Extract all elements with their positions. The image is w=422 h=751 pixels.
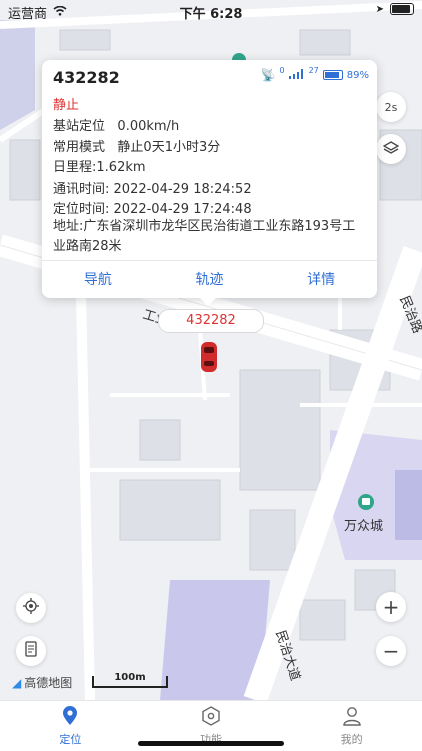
cell-count: 27 xyxy=(308,65,319,75)
divider xyxy=(42,260,377,261)
card-actions: 导航 轨迹 详情 xyxy=(42,265,377,295)
list-button[interactable] xyxy=(16,636,46,666)
poi-icon-glyph xyxy=(362,498,370,505)
refresh-interval-label: 2s xyxy=(384,100,398,114)
building xyxy=(299,599,346,641)
document-icon xyxy=(25,641,37,661)
info-row-speed: 基站定位 0.00km/h xyxy=(53,119,180,134)
device-battery-percent: 89% xyxy=(346,69,369,81)
vehicle-info-card: 432282 📡 0 27 89% 静止 基站定位 0.00km/h 常用模式 … xyxy=(42,60,377,306)
tab-location-label: 定位 xyxy=(59,732,82,746)
user-icon xyxy=(342,706,362,729)
plus-icon: + xyxy=(382,595,400,619)
info-row-mode: 常用模式 静止0天1小时3分 xyxy=(53,140,221,155)
building xyxy=(249,509,296,571)
clock: 下午 6:28 xyxy=(179,7,243,22)
tab-profile[interactable]: 我的 xyxy=(281,701,422,751)
info-row-address: 地址:广东省深圳市龙华区民治街道工业东路193号工业路南28米 xyxy=(53,219,356,254)
track-button[interactable]: 轨迹 xyxy=(154,265,266,295)
signal-bars-icon xyxy=(288,69,305,81)
minus-icon: − xyxy=(382,639,400,663)
tab-location[interactable]: 定位 xyxy=(0,701,141,751)
my-location-button[interactable] xyxy=(16,593,46,623)
building xyxy=(119,479,221,541)
scale-text: 100m xyxy=(114,672,146,683)
zoom-out-button[interactable]: − xyxy=(376,636,406,666)
tab-profile-label: 我的 xyxy=(340,732,363,746)
layers-icon xyxy=(382,140,400,159)
info-row-locate-time: 定位时间: 2022-04-29 17:24:48 xyxy=(53,202,252,217)
map-area xyxy=(395,470,422,540)
device-battery-icon xyxy=(322,70,343,80)
signal-indicators: 📡 0 27 89% xyxy=(260,65,369,83)
poi-label: 万众城 xyxy=(344,519,384,534)
battery-icon xyxy=(390,3,414,15)
layers-button[interactable] xyxy=(376,134,406,164)
location-arrow-icon: ➤ xyxy=(375,3,384,15)
location-pin-icon xyxy=(61,705,79,729)
status-bar: 运营商 下午 6:28 ➤ xyxy=(0,0,422,22)
car-marker-icon[interactable] xyxy=(201,342,217,372)
details-button[interactable]: 详情 xyxy=(265,265,377,295)
vehicle-state: 静止 xyxy=(53,98,80,113)
building xyxy=(9,139,41,201)
info-row-mileage: 日里程:1.62km xyxy=(53,160,146,175)
home-indicator xyxy=(138,741,284,746)
gps-count: 0 xyxy=(279,65,285,75)
amap-logo-icon: ◢ xyxy=(12,675,22,690)
building xyxy=(299,29,351,56)
info-row-comm-time: 通讯时间: 2022-04-29 18:24:52 xyxy=(53,182,252,197)
navigate-button[interactable]: 导航 xyxy=(42,265,154,295)
map-logo: ◢ 高德地图 xyxy=(12,674,72,691)
vehicle-id: 432282 xyxy=(53,68,120,87)
vehicle-tag[interactable]: 432282 xyxy=(158,309,264,333)
hexagon-icon xyxy=(201,705,221,729)
crosshair-icon xyxy=(23,598,39,618)
scale-bar: 100m xyxy=(92,672,168,688)
map-logo-text: 高德地图 xyxy=(24,676,73,690)
building xyxy=(59,29,111,51)
building xyxy=(139,419,181,461)
antenna-icon: 📡 xyxy=(260,68,276,82)
refresh-interval-button[interactable]: 2s xyxy=(376,92,406,122)
building xyxy=(239,369,321,491)
zoom-in-button[interactable]: + xyxy=(376,592,406,622)
